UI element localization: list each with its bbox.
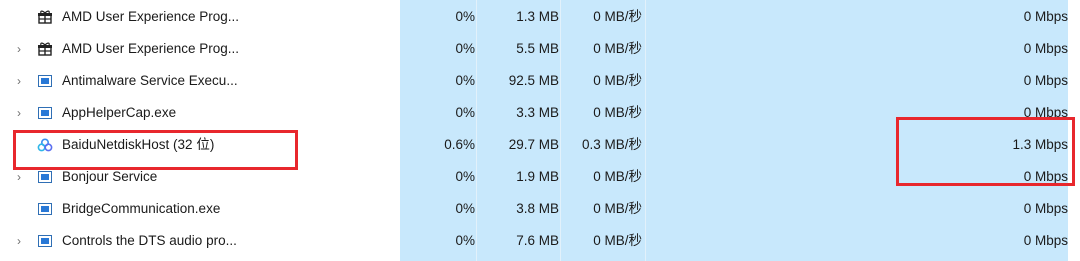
amd-gift-icon bbox=[37, 10, 53, 24]
app-window-icon bbox=[37, 170, 53, 184]
memory-usage: 7.6 MB bbox=[516, 233, 559, 248]
disk-usage: 0 MB/秒 bbox=[593, 73, 642, 88]
chevron-right-icon[interactable]: › bbox=[12, 74, 26, 88]
network-usage: 0 Mbps bbox=[1023, 233, 1068, 248]
network-usage: 0 Mbps bbox=[1023, 9, 1068, 24]
cpu-usage: 0% bbox=[455, 169, 475, 184]
disk-usage: 0 MB/秒 bbox=[593, 201, 642, 216]
app-window-icon bbox=[37, 74, 53, 88]
process-name: AMD User Experience Prog... bbox=[62, 9, 240, 24]
process-name: BridgeCommunication.exe bbox=[62, 201, 221, 216]
memory-usage: 3.3 MB bbox=[516, 105, 559, 120]
process-row[interactable]: › Controls the DTS audio pro... 0% 7.6 M… bbox=[0, 225, 1080, 257]
app-window-icon bbox=[37, 202, 53, 216]
chevron-right-icon[interactable]: › bbox=[12, 170, 26, 184]
chevron-right-icon[interactable]: › bbox=[12, 106, 26, 120]
process-name: AMD User Experience Prog... bbox=[62, 41, 240, 56]
process-row[interactable]: › AMD User Experience Prog... 0% 5.5 MB … bbox=[0, 33, 1080, 65]
cpu-usage: 0% bbox=[455, 233, 475, 248]
highlight-box-network-value bbox=[896, 117, 1075, 186]
cpu-usage: 0% bbox=[455, 9, 475, 24]
disk-usage: 0 MB/秒 bbox=[593, 41, 642, 56]
process-name: AppHelperCap.exe bbox=[62, 105, 177, 120]
disk-usage: 0 MB/秒 bbox=[593, 233, 642, 248]
memory-usage: 5.5 MB bbox=[516, 41, 559, 56]
memory-usage: 92.5 MB bbox=[508, 73, 559, 88]
process-name: Antimalware Service Execu... bbox=[62, 73, 238, 88]
memory-usage: 3.8 MB bbox=[516, 201, 559, 216]
network-usage: 0 Mbps bbox=[1023, 41, 1068, 56]
app-window-icon bbox=[37, 106, 53, 120]
chevron-right-icon[interactable]: › bbox=[12, 42, 26, 56]
cpu-usage: 0% bbox=[455, 73, 475, 88]
memory-usage: 29.7 MB bbox=[508, 137, 559, 152]
chevron-right-icon[interactable]: › bbox=[12, 234, 26, 248]
cpu-usage: 0% bbox=[455, 105, 475, 120]
network-usage: 0 Mbps bbox=[1023, 73, 1068, 88]
disk-usage: 0 MB/秒 bbox=[593, 169, 642, 184]
memory-usage: 1.9 MB bbox=[516, 169, 559, 184]
process-row[interactable]: AMD User Experience Prog... 0% 1.3 MB 0 … bbox=[0, 1, 1080, 33]
process-name: Controls the DTS audio pro... bbox=[62, 233, 237, 248]
memory-usage: 1.3 MB bbox=[516, 9, 559, 24]
cpu-usage: 0.6% bbox=[444, 137, 475, 152]
cpu-usage: 0% bbox=[455, 201, 475, 216]
disk-usage: 0 MB/秒 bbox=[593, 105, 642, 120]
highlight-box-process-name bbox=[13, 130, 298, 170]
cpu-usage: 0% bbox=[455, 41, 475, 56]
process-row[interactable]: › Antimalware Service Execu... 0% 92.5 M… bbox=[0, 65, 1080, 97]
app-window-icon bbox=[37, 234, 53, 248]
amd-gift-icon bbox=[37, 42, 53, 56]
disk-usage: 0 MB/秒 bbox=[593, 9, 642, 24]
disk-usage: 0.3 MB/秒 bbox=[581, 137, 642, 152]
network-usage: 0 Mbps bbox=[1023, 201, 1068, 216]
process-row[interactable]: BridgeCommunication.exe 0% 3.8 MB 0 MB/秒… bbox=[0, 193, 1080, 225]
